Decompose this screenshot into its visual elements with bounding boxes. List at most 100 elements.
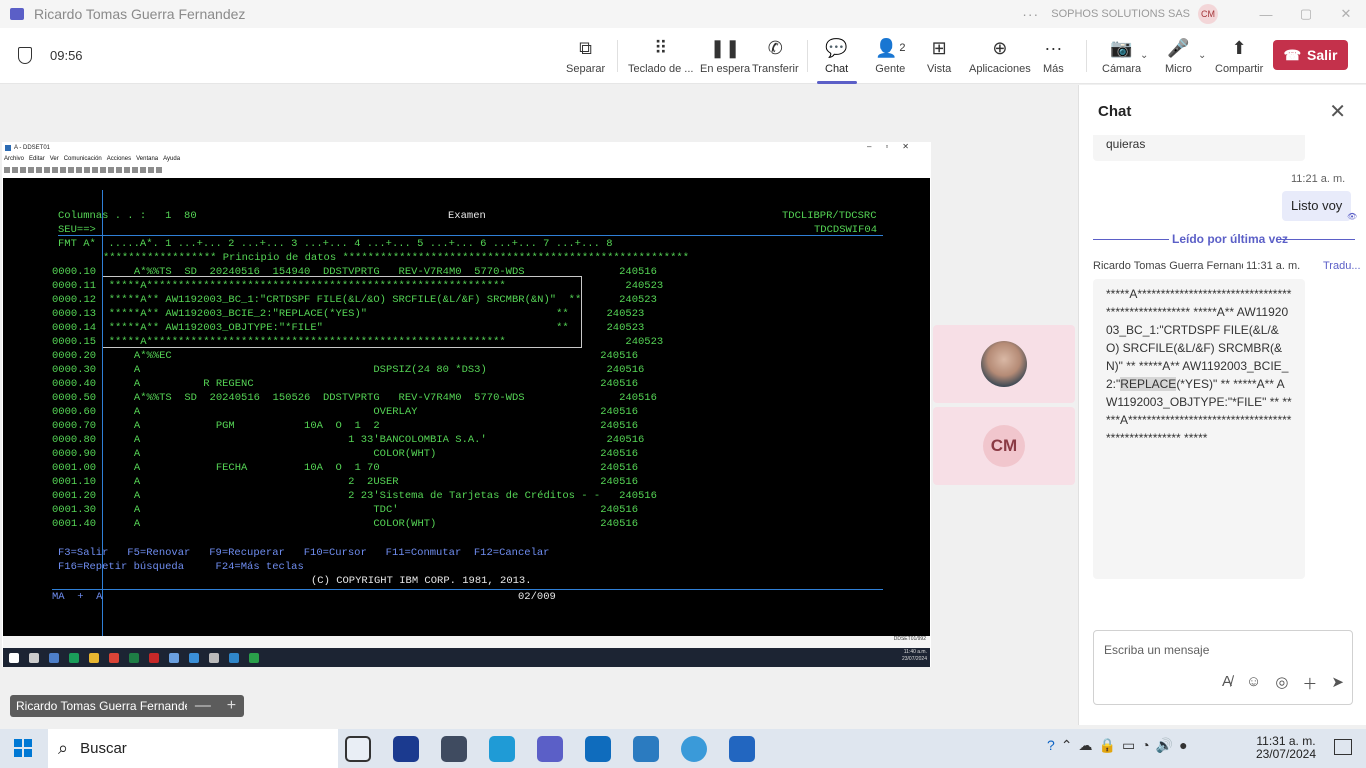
remote-start-icon	[9, 652, 19, 663]
volume-icon[interactable]: 🔊	[1156, 737, 1173, 754]
lock-icon[interactable]: 🔒	[1099, 737, 1116, 754]
chat-icon: 💬	[825, 37, 848, 58]
emulator-window-controls: –▫✕	[867, 142, 923, 151]
share-label: Compartir	[1215, 63, 1264, 75]
task-view-icon[interactable]	[345, 736, 371, 762]
source-line: 0001.20 A 2 23'Sistema de Tarjetas de Cr…	[52, 490, 657, 502]
compose-placeholder: Escriba un mensaje	[1104, 643, 1210, 657]
notifications-icon[interactable]	[1334, 739, 1352, 755]
separar-button[interactable]: ⧉ Separar	[566, 36, 605, 80]
sender-name: Ricardo Tomas Guerra Fernandez	[1093, 260, 1243, 272]
transfer-button[interactable]: ✆ Transferir	[752, 36, 799, 80]
chat-button[interactable]: 💬 Chat	[816, 36, 857, 84]
apps-button[interactable]: ⊕ Aplicaciones	[969, 36, 1031, 80]
remote-app-icon	[249, 652, 259, 663]
more-button[interactable]: ··· Más	[1043, 36, 1064, 80]
taskbar-app-icon[interactable]	[393, 736, 419, 762]
remote-clock-time: 11:40 a.m.	[903, 649, 927, 655]
taskbar-app-icon[interactable]	[681, 736, 707, 762]
leave-button[interactable]: ☎ Salir	[1273, 40, 1348, 70]
participant-tile[interactable]	[933, 325, 1075, 403]
zoom-out-button[interactable]: —	[195, 697, 211, 715]
compose-box[interactable]: Escriba un mensaje A̸ ☺ ◎ ＋ ➤	[1093, 630, 1353, 705]
menu-ayuda: Ayuda	[163, 156, 181, 162]
maximize-icon[interactable]: ▢	[1286, 6, 1326, 22]
remote-app-icon	[109, 652, 119, 663]
edge-icon[interactable]	[489, 736, 515, 762]
source-line: 0000.80 A 1 33'BANCOLOMBIA S.A.' 240516	[52, 434, 645, 446]
wifi-icon[interactable]: ◔	[1141, 737, 1149, 754]
taskbar-app-icon[interactable]	[441, 736, 467, 762]
message-text: *****A**********************************…	[1106, 287, 1292, 391]
photos-icon[interactable]	[729, 736, 755, 762]
camera-options-chevron-icon[interactable]: ⌄	[1140, 50, 1148, 61]
people-button[interactable]: 👤 2 Gente	[875, 36, 906, 80]
remote-clock-date: 23/07/2024	[901, 656, 927, 662]
data-start-line: ****************** Principio de datos **…	[103, 252, 689, 264]
remote-app-icon	[89, 652, 99, 663]
phone-transfer-icon: ✆	[767, 37, 783, 58]
format-icon[interactable]: A̸	[1222, 673, 1232, 694]
dialpad-icon: ⠿	[654, 37, 668, 58]
keypad-label: Teclado de ...	[628, 63, 694, 75]
source-line: 0000.13 *****A** AW1192003_BCIE_2:"REPLA…	[52, 308, 645, 320]
emoji-icon[interactable]: ☺	[1246, 673, 1261, 694]
remote-taskbar: 11:40 a.m. 23/07/2024	[3, 648, 930, 667]
participant-tile[interactable]: CM	[933, 407, 1075, 485]
participant-photo	[981, 341, 1027, 387]
more-options-icon[interactable]: ···	[1022, 6, 1039, 22]
view-button[interactable]: ⊞ Vista	[927, 36, 951, 80]
vscode-icon[interactable]	[633, 736, 659, 762]
mic-options-chevron-icon[interactable]: ⌄	[1198, 50, 1206, 61]
loop-icon[interactable]: ◎	[1275, 673, 1288, 694]
last-read-label: Leído por última vez	[1172, 232, 1289, 246]
status-indicators: MA + A	[52, 591, 103, 603]
battery-icon[interactable]: ▭	[1122, 737, 1135, 754]
remote-app-icon	[129, 652, 139, 663]
chat-label: Chat	[825, 63, 849, 75]
source-line: 0000.11 *****A**************************…	[52, 280, 664, 292]
taskbar-search[interactable]: ⌕ Buscar	[48, 729, 338, 768]
share-button[interactable]: ⬆ Compartir	[1215, 36, 1263, 80]
columns-header: Columnas . . : 1 80	[58, 210, 197, 222]
source-line: 0000.14 *****A** AW1192003_OBJTYPE:"*FIL…	[52, 322, 645, 334]
emulator-title-bar: A - DDSET01 –▫✕	[2, 142, 931, 154]
close-chat-icon[interactable]: ✕	[1329, 99, 1346, 124]
translate-link[interactable]: Tradu...	[1323, 260, 1361, 272]
menu-ventana: Ventana	[136, 156, 159, 162]
show-hidden-icon[interactable]: ⌃	[1061, 737, 1073, 754]
teams-icon[interactable]	[537, 736, 563, 762]
source-line: 0000.40 A R REGENC 240516	[52, 378, 638, 390]
more-dots-icon: ···	[1044, 37, 1063, 58]
keypad-button[interactable]: ⠿ Teclado de ...	[628, 36, 693, 80]
search-label: Buscar	[80, 740, 127, 757]
cloud-icon[interactable]: ☁	[1079, 737, 1093, 754]
send-icon[interactable]: ➤	[1331, 673, 1344, 694]
separar-label: Separar	[566, 63, 606, 75]
clock-date: 23/07/2024	[1255, 747, 1316, 761]
camera-off-icon: 📷	[1110, 37, 1133, 58]
remote-clock: 11:40 a.m. 23/07/2024	[902, 649, 927, 663]
mode-header: Examen	[448, 210, 486, 222]
chat-message: quieras	[1093, 135, 1305, 161]
view-label: Vista	[927, 63, 952, 75]
camera-button[interactable]: 📷 Cámara	[1102, 36, 1141, 80]
source-line: 0001.00 A FECHA 10A O 1 70 240516	[52, 462, 638, 474]
mic-button[interactable]: 🎤 Micro	[1165, 36, 1192, 80]
attach-plus-icon[interactable]: ＋	[1302, 673, 1317, 694]
help-icon[interactable]: ?	[1047, 737, 1055, 754]
minimize-icon[interactable]: —	[1246, 7, 1286, 22]
account-avatar[interactable]: CM	[1198, 4, 1218, 24]
cursor-position: 02/009	[518, 591, 556, 603]
hold-button[interactable]: ❚❚ En espera	[700, 36, 750, 80]
system-clock[interactable]: 11:31 a. m. 23/07/2024	[1256, 735, 1316, 761]
mic-tray-icon[interactable]: ●	[1179, 737, 1187, 754]
outlook-icon[interactable]	[585, 736, 611, 762]
share-screen-icon: ⬆	[1231, 37, 1247, 58]
windows-taskbar: ⌕ Buscar ? ⌃ ☁ 🔒 ▭ ◔ 🔊 ● 11:31 a. m. 23/…	[0, 729, 1366, 768]
close-window-icon[interactable]: ✕	[1326, 6, 1366, 22]
shared-emulator-window: A - DDSET01 –▫✕ Archivo Editar Ver Comun…	[2, 142, 931, 667]
source-line: 0001.40 A COLOR(WHT) 240516	[52, 518, 638, 530]
zoom-in-button[interactable]: +	[227, 697, 236, 715]
windows-start-icon[interactable]	[14, 739, 32, 757]
